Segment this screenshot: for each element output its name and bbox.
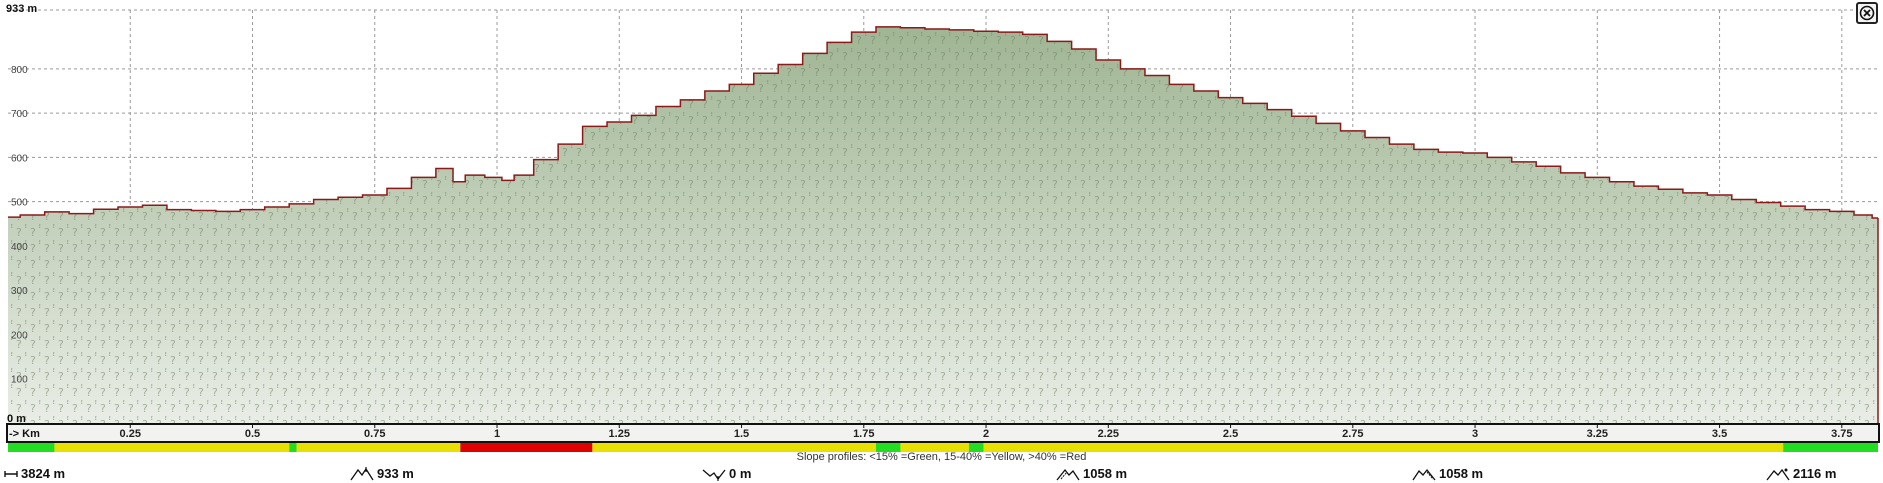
x-tick-label: 3.5: [1712, 428, 1727, 440]
time-value: 2116 m: [1793, 466, 1837, 481]
x-tick-label: 2.25: [1098, 428, 1119, 440]
descent-value: 1058 m: [1439, 466, 1484, 481]
distance-value: 3824 m: [21, 466, 66, 481]
elevation-texture: [8, 26, 1878, 423]
y-tick-label: 700: [11, 109, 28, 120]
x-tick-label: 1.25: [609, 428, 630, 440]
x-tick-label: 0.75: [364, 428, 385, 440]
x-axis-label: -> Km: [9, 428, 40, 440]
min-altitude-value: 0 m: [729, 466, 752, 481]
x-tick-label: 0.25: [120, 428, 141, 440]
x-tick-label: 1.5: [734, 428, 749, 440]
x-tick-label: 2: [983, 428, 989, 440]
ascent-icon: [1056, 468, 1080, 480]
x-tick-label: 2.5: [1223, 428, 1238, 440]
hiker-icon: [1766, 468, 1790, 480]
slope-legend-text: Slope profiles: <15% =Green, 15-40% =Yel…: [796, 451, 1087, 463]
x-tick-label: 0.5: [245, 428, 260, 440]
x-tick-label: 3.75: [1831, 428, 1852, 440]
distance-icon: [4, 470, 18, 477]
y-max-label: 933 m: [6, 3, 37, 15]
y-tick-label: 400: [11, 242, 28, 253]
y-tick-label: 200: [11, 330, 28, 341]
stat-time: 2116 m: [1766, 466, 1836, 481]
close-icon: [1859, 5, 1875, 21]
descent-icon: [1412, 468, 1436, 480]
x-tick-label: 2.75: [1342, 428, 1363, 440]
close-button[interactable]: [1856, 2, 1878, 24]
max-altitude-icon: [350, 466, 374, 480]
elevation-profile-chart: ? ? 100200300400500600700800933 m0 m-> K…: [6, 3, 1880, 452]
x-tick-label: 1: [494, 428, 500, 440]
stats-bar: 3824 m 933 m 0 m 1058 m 1058 m 2116 m: [0, 464, 1883, 483]
y-tick-label: 300: [11, 286, 28, 297]
stat-descent: 1058 m: [1412, 466, 1483, 481]
stat-min-altitude: 0 m: [702, 466, 751, 481]
stat-max-altitude: 933 m: [350, 466, 414, 481]
y-tick-label: 600: [11, 153, 28, 164]
y-tick-label: 500: [11, 198, 28, 209]
x-tick-label: 3.25: [1587, 428, 1608, 440]
x-tick-label: 3: [1472, 428, 1478, 440]
elevation-area: [8, 26, 1879, 423]
min-altitude-icon: [702, 469, 726, 481]
max-altitude-value: 933 m: [377, 466, 414, 481]
stat-distance: 3824 m: [4, 466, 65, 481]
ascent-value: 1058 m: [1083, 466, 1128, 481]
y-tick-label: 100: [11, 375, 28, 386]
x-tick-label: 1.75: [853, 428, 874, 440]
y-tick-label: 800: [11, 65, 28, 76]
stat-ascent: 1058 m: [1056, 466, 1127, 481]
